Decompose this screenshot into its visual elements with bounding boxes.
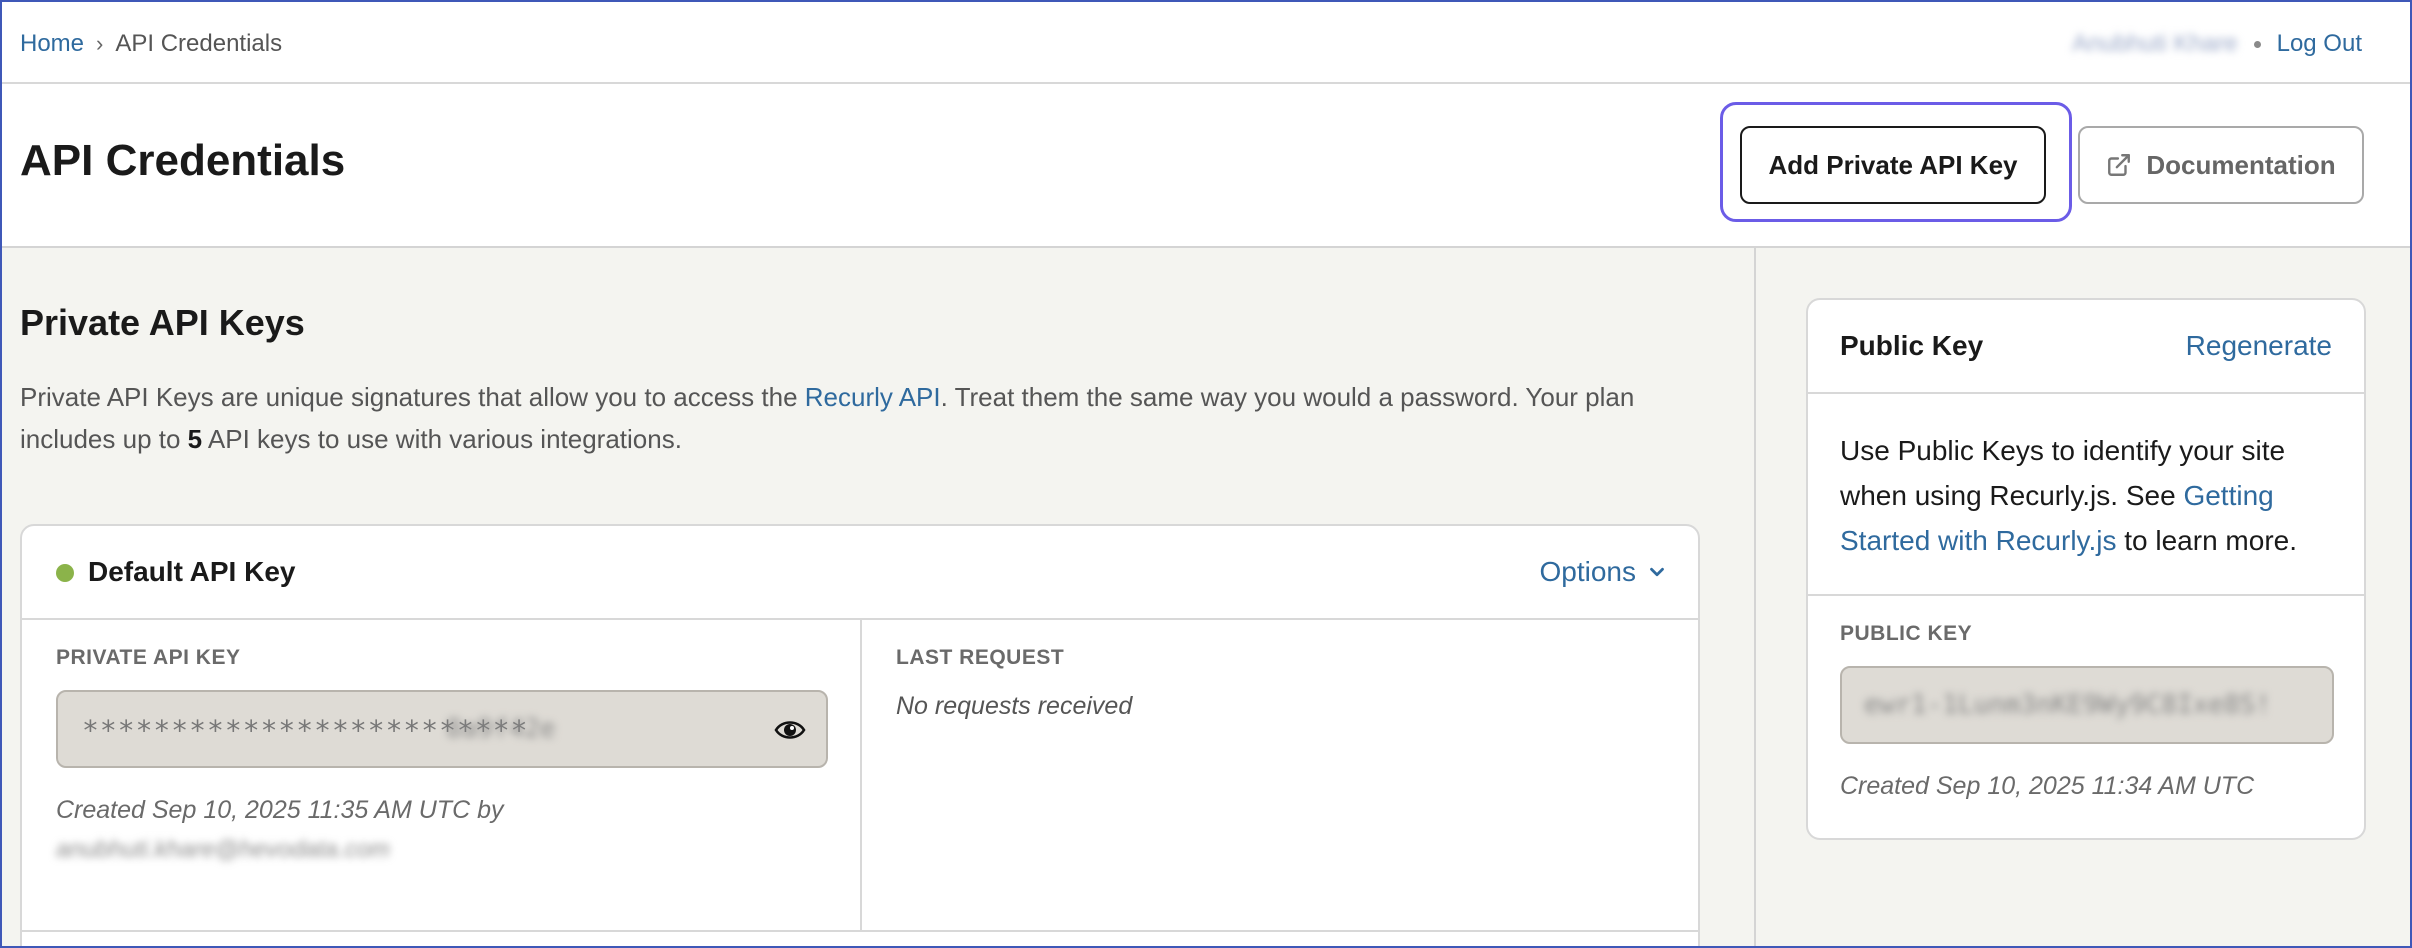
- add-private-api-key-button[interactable]: Add Private API Key: [1740, 126, 2046, 204]
- public-key-header: Public Key Regenerate: [1808, 300, 2364, 394]
- breadcrumb: Home › API Credentials: [20, 28, 282, 60]
- desc-text-3: API keys to use with various integration…: [202, 424, 682, 454]
- private-key-created-by: anubhuti.khare@hevodata.com: [56, 836, 390, 863]
- top-nav: Home › API Credentials Anubhuti Khare Lo…: [2, 2, 2410, 84]
- options-dropdown[interactable]: Options: [1540, 556, 1669, 588]
- regenerate-link[interactable]: Regenerate: [2186, 330, 2332, 362]
- last-request-label: LAST REQUEST: [896, 646, 1065, 669]
- status-active-icon: [56, 564, 74, 582]
- public-key-description: Use Public Keys to identify your site wh…: [1840, 428, 2340, 563]
- app-frame: Home › API Credentials Anubhuti Khare Lo…: [0, 0, 2412, 948]
- user-menu: Anubhuti Khare Log Out: [2072, 28, 2362, 60]
- user-name[interactable]: Anubhuti Khare: [2072, 28, 2237, 60]
- pk-desc-text-2: to learn more.: [2116, 525, 2297, 556]
- page-title: API Credentials: [20, 136, 346, 185]
- card-header: Default API Key Options: [22, 526, 1698, 620]
- card-divider: [22, 930, 1698, 932]
- last-request-value: No requests received: [896, 692, 1133, 720]
- main-content: Private API Keys Private API Keys are un…: [2, 248, 1754, 946]
- private-keys-title: Private API Keys: [20, 302, 305, 343]
- eye-icon[interactable]: [774, 716, 806, 744]
- page-header: API Credentials Add Private API Key Docu…: [2, 84, 2410, 248]
- private-key-column: PRIVATE API KEY ************************…: [22, 620, 862, 930]
- public-key-title: Public Key: [1840, 330, 1984, 361]
- chevron-right-icon: ›: [96, 31, 104, 56]
- public-key-divider: [1808, 594, 2364, 596]
- recurly-api-link[interactable]: Recurly API: [805, 382, 941, 412]
- private-key-field[interactable]: ************************* 8a9f42e: [56, 690, 828, 768]
- key-limit-count: 5: [187, 424, 203, 454]
- card-title: Default API Key: [88, 556, 296, 587]
- public-key-value: ewr1-1Lunm3nKE9Wy9C8Ixe8S!: [1864, 690, 2271, 720]
- breadcrumb-home-link[interactable]: Home: [20, 28, 84, 60]
- desc-text-1: Private API Keys are unique signatures t…: [20, 382, 805, 412]
- public-key-label: PUBLIC KEY: [1840, 622, 1973, 645]
- breadcrumb-current: API Credentials: [115, 30, 283, 57]
- chevron-down-icon: [1650, 567, 1664, 577]
- private-key-label: PRIVATE API KEY: [56, 646, 241, 669]
- sidebar: Public Key Regenerate Use Public Keys to…: [1754, 248, 2410, 946]
- default-api-key-card: Default API Key Options PRIVATE API KEY …: [20, 524, 1700, 946]
- public-key-field[interactable]: ewr1-1Lunm3nKE9Wy9C8Ixe8S!: [1840, 666, 2334, 744]
- last-request-column: LAST REQUEST No requests received: [862, 620, 1698, 930]
- logout-link[interactable]: Log Out: [2277, 28, 2362, 60]
- documentation-label: Documentation: [2146, 149, 2336, 180]
- private-keys-description: Private API Keys are unique signatures t…: [20, 376, 1700, 460]
- private-key-created: Created Sep 10, 2025 11:35 AM UTC by: [56, 796, 504, 824]
- external-link-icon: [2108, 154, 2131, 176]
- documentation-button[interactable]: Documentation: [2078, 126, 2364, 204]
- private-key-suffix: 8a9f42e: [446, 714, 556, 744]
- public-key-card: Public Key Regenerate Use Public Keys to…: [1806, 298, 2366, 840]
- options-label: Options: [1539, 556, 1637, 587]
- public-key-created: Created Sep 10, 2025 11:34 AM UTC: [1840, 772, 2255, 800]
- dot-separator: [2253, 40, 2261, 48]
